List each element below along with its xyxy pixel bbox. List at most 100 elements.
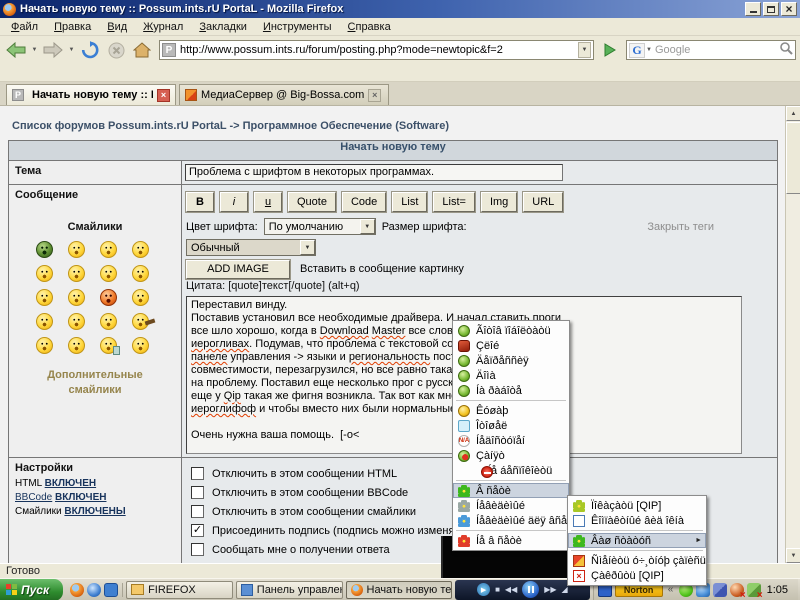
checkbox-unchecked[interactable] (191, 543, 204, 556)
smiley-smile-icon[interactable] (132, 289, 149, 306)
menu-item[interactable]: Ãîòîâ ïîáîëòàòü (453, 323, 569, 338)
menu-item[interactable]: Íå áåñïîêîèòü (453, 463, 569, 478)
back-button[interactable] (4, 38, 28, 62)
taskbar-button-new-topic[interactable]: Начать новую тему ::... (346, 581, 453, 599)
next-icon[interactable]: ▶▶ (544, 586, 556, 594)
menu-item[interactable]: Çàêðûòü [QIP] (568, 568, 706, 583)
forward-button[interactable] (41, 38, 65, 62)
smiley-happy-icon[interactable] (36, 313, 53, 330)
smiley-drink-icon[interactable] (100, 337, 117, 354)
checkbox-checked[interactable]: ✓ (191, 524, 204, 537)
list-button[interactable]: List (392, 192, 427, 212)
smiley-grin-icon[interactable] (68, 337, 85, 354)
search-engine-dropdown-icon[interactable]: ▼ (646, 47, 652, 53)
menu-item[interactable]: Íåâèäèìûé (453, 498, 569, 513)
menu-item[interactable]: Êîìïàêòíûé âèä îêíà (568, 513, 706, 528)
menu-item[interactable]: Ïîêàçàòü [QIP] (568, 498, 706, 513)
taskbar-button-firefox-folder[interactable]: FIREFOX (126, 581, 233, 599)
menu-bookmarks[interactable]: Закладки (192, 20, 254, 34)
menu-file[interactable]: Файл (4, 20, 45, 34)
reload-button[interactable] (78, 38, 102, 62)
disconnect-icon[interactable] (747, 583, 761, 597)
smiley-laugh-icon[interactable] (132, 337, 149, 354)
italic-button[interactable]: i (220, 192, 248, 212)
media-player-quicklaunch-icon[interactable] (87, 583, 101, 597)
menu-item[interactable]: Íå â ñåòè (453, 533, 569, 548)
stop-button[interactable] (104, 38, 128, 62)
url-button[interactable]: URL (523, 192, 563, 212)
search-icon[interactable] (779, 41, 793, 60)
smiley-shy-icon[interactable] (68, 313, 85, 330)
scroll-up-icon[interactable] (786, 106, 800, 121)
menu-item[interactable]: Äåïðåññèÿ (453, 353, 569, 368)
menu-item[interactable]: Çàíÿò (453, 448, 569, 463)
breadcrumb-forum-list-link[interactable]: Список форумов Possum.ints.rU PortaL (12, 120, 226, 132)
smiley-dance-icon[interactable] (100, 313, 117, 330)
smilies-status-link[interactable]: ВКЛЮЧЕНЫ (64, 506, 125, 517)
bbcode-link[interactable]: BBCode (15, 492, 52, 503)
tab-new-topic[interactable]: P Начать новую тему :: Possum.in... × (6, 84, 176, 105)
smiley-swear-icon[interactable] (100, 289, 117, 306)
address-bar[interactable]: P http://www.possum.ints.ru/forum/postin… (159, 40, 594, 60)
tab-close-icon[interactable]: × (157, 89, 170, 102)
menu-item[interactable]: Íåâèäèìûé äëÿ âñåõ (453, 513, 569, 528)
menu-item[interactable]: Äîìà (453, 368, 569, 383)
taskbar-button-control-panel[interactable]: Панель управления (236, 581, 343, 599)
checkbox-unchecked[interactable] (191, 467, 204, 480)
menu-item[interactable]: Îòîøåë (453, 418, 569, 433)
scroll-thumb[interactable] (786, 122, 800, 194)
smiley-shoot-icon[interactable] (132, 313, 149, 330)
browser-quicklaunch-icon[interactable] (104, 583, 118, 597)
volume-icon[interactable]: ◢ (562, 586, 568, 594)
tab-close-icon[interactable]: × (368, 89, 381, 102)
minimize-button[interactable] (745, 2, 761, 16)
smiley-angel-icon[interactable] (100, 265, 117, 282)
quote-button[interactable]: Quote (288, 192, 336, 212)
maximize-button[interactable] (763, 2, 779, 16)
more-smilies-link[interactable]: Дополнительные смайлики (15, 368, 175, 398)
forward-dropdown-icon[interactable] (67, 38, 76, 62)
smiley-tongue-icon[interactable] (36, 337, 53, 354)
alert-icon[interactable] (730, 583, 744, 597)
messenger-icon[interactable] (713, 583, 727, 597)
menu-item[interactable]: Êóøàþ (453, 403, 569, 418)
font-color-select[interactable]: По умолчанию (264, 218, 376, 235)
html-status-link[interactable]: ВКЛЮЧЕН (45, 478, 96, 489)
bold-button[interactable]: B (186, 192, 214, 212)
url-text[interactable]: http://www.possum.ints.ru/forum/posting.… (180, 44, 578, 56)
img-button[interactable]: Img (481, 192, 517, 212)
ordered-list-button[interactable]: List= (433, 192, 475, 212)
menu-item[interactable]: Íà ðàáîòå (453, 383, 569, 398)
close-button[interactable] (781, 2, 797, 16)
tab-mediaserver[interactable]: МедиаСервер @ Big-Bossa.com × (179, 84, 389, 105)
smiley-crazy-icon[interactable] (36, 265, 53, 282)
checkbox-unchecked[interactable] (191, 486, 204, 499)
code-button[interactable]: Code (342, 192, 386, 212)
firefox-quicklaunch-icon[interactable] (70, 583, 84, 597)
stop-icon[interactable]: ■ (495, 586, 500, 594)
go-button[interactable] (599, 39, 621, 61)
previous-icon[interactable]: ◀◀ (505, 586, 517, 594)
search-bar[interactable]: G ▼ Google (626, 40, 796, 60)
play-icon[interactable]: ▶ (477, 583, 490, 596)
smiley-xd-icon[interactable] (132, 241, 149, 258)
url-dropdown-button[interactable] (578, 42, 591, 58)
back-dropdown-icon[interactable] (30, 38, 39, 62)
smiley-rofl-icon[interactable] (100, 241, 117, 258)
start-button[interactable]: Пуск (0, 579, 63, 600)
menu-item[interactable]: Â ñåòè (453, 483, 569, 498)
checkbox-unchecked[interactable] (191, 505, 204, 518)
smiley-twisted-icon[interactable] (36, 241, 53, 258)
menu-view[interactable]: Вид (100, 20, 134, 34)
menu-item[interactable]: Âàø ñòàòóñ► (568, 533, 706, 548)
taskbar-clock[interactable]: 1:05 (764, 584, 794, 596)
smiley-lol-icon[interactable] (68, 241, 85, 258)
menu-edit[interactable]: Правка (47, 20, 98, 34)
home-button[interactable] (130, 38, 154, 62)
font-size-select[interactable]: Обычный (186, 239, 316, 256)
bbcode-status-link[interactable]: ВКЛЮЧЕН (55, 492, 106, 503)
menu-item[interactable]: Çëîé (453, 338, 569, 353)
smiley-wink-icon[interactable] (36, 289, 53, 306)
close-tags-link[interactable]: Закрыть теги (647, 221, 714, 233)
menu-item[interactable]: Ñìåíèòü ó÷¸òíóþ çàïèñü (568, 553, 706, 568)
